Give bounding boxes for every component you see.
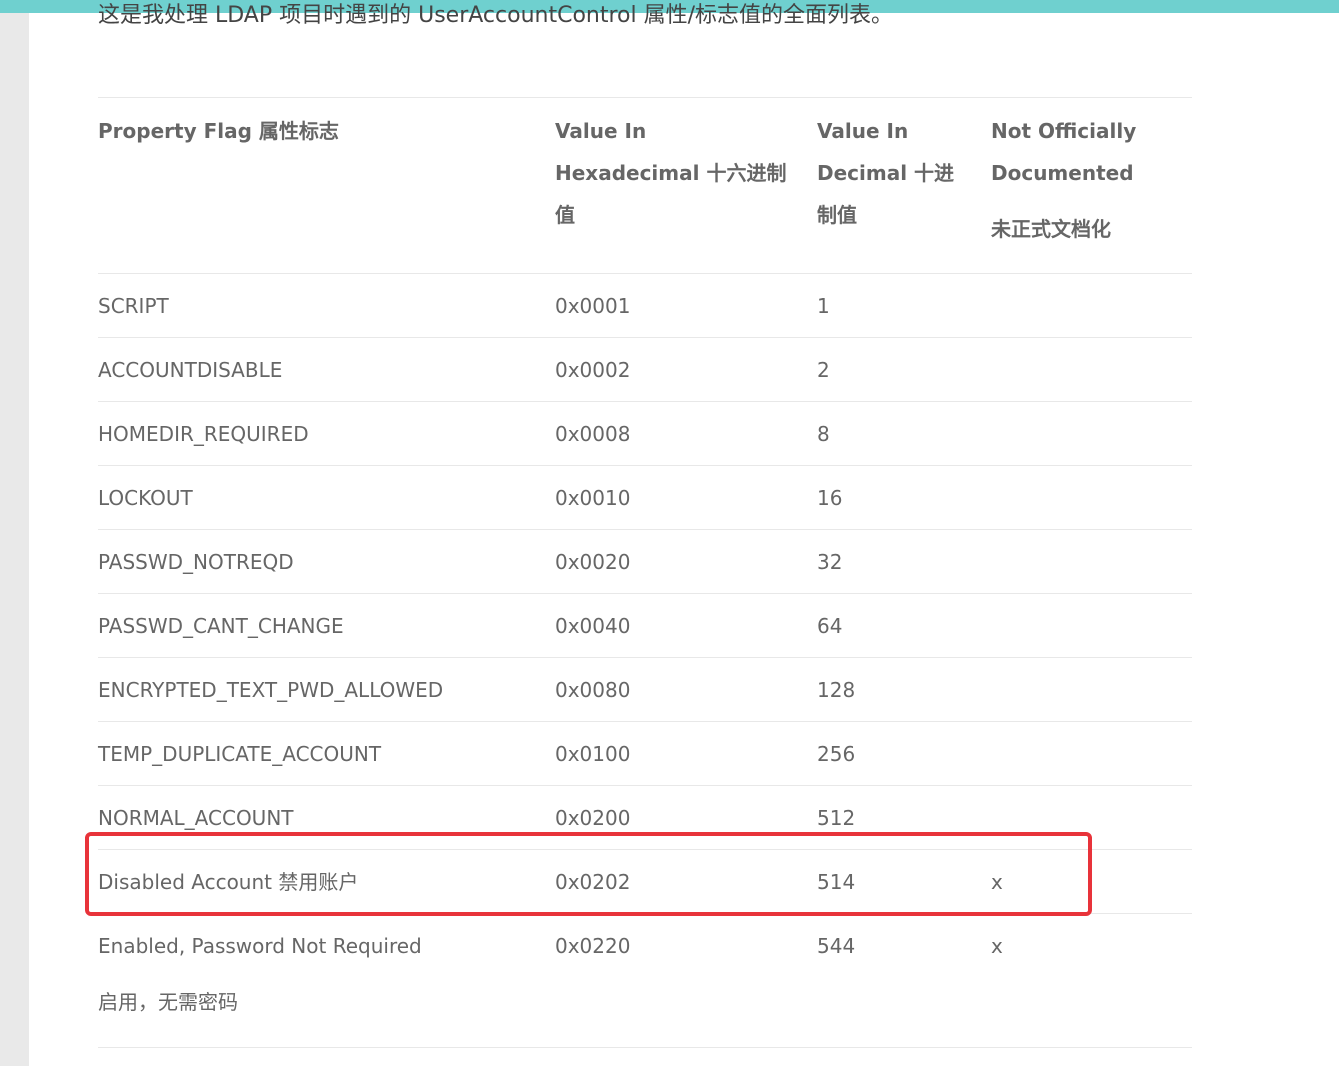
cell-hex: 0x0002 xyxy=(555,358,631,382)
cell-hex: 0x0008 xyxy=(555,422,631,446)
cell-flag: PASSWD_NOTREQD xyxy=(98,550,294,574)
intro-text: 这是我处理 LDAP 项目时遇到的 UserAccountControl 属性/… xyxy=(98,3,894,28)
table-row: TEMP_DUPLICATE_ACCOUNT 0x0100 256 xyxy=(98,722,1192,786)
cell-decimal: 544 xyxy=(817,934,856,958)
cell-flag: TEMP_DUPLICATE_ACCOUNT xyxy=(98,742,382,766)
table-row: ACCOUNTDISABLE 0x0002 2 xyxy=(98,338,1192,402)
cell-flag: LOCKOUT xyxy=(98,486,193,510)
cell-hex: 0x0200 xyxy=(555,806,631,830)
cell-decimal: 512 xyxy=(817,806,856,830)
header-doc-line3: 未正式文档化 xyxy=(991,217,1111,241)
header-hex-line3: 值 xyxy=(555,203,575,227)
header-hex-line2: Hexadecimal 十六进制 xyxy=(555,161,787,185)
useraccountcontrol-table: Property Flag 属性标志 Value In Hexadecimal … xyxy=(98,97,1192,1048)
cell-decimal: 32 xyxy=(817,550,843,574)
cell-hex: 0x0202 xyxy=(555,870,631,894)
cell-flag: ENCRYPTED_TEXT_PWD_ALLOWED xyxy=(98,678,444,702)
table-row: Enabled, Password Not Required 启用，无需密码 0… xyxy=(98,914,1192,1048)
cell-flag: NORMAL_ACCOUNT xyxy=(98,806,294,830)
table-row: ENCRYPTED_TEXT_PWD_ALLOWED 0x0080 128 xyxy=(98,658,1192,722)
header-dec-line1: Value In xyxy=(817,119,909,143)
cell-hex: 0x0020 xyxy=(555,550,631,574)
header-dec-line3: 制值 xyxy=(817,203,857,227)
cell-undocumented: x xyxy=(991,934,1003,958)
left-gutter xyxy=(0,0,29,1066)
cell-hex: 0x0080 xyxy=(555,678,631,702)
header-doc-line2: Documented xyxy=(991,161,1134,185)
table-row: LOCKOUT 0x0010 16 xyxy=(98,466,1192,530)
cell-flag: PASSWD_CANT_CHANGE xyxy=(98,614,344,638)
cell-flag-sub: 启用，无需密码 xyxy=(98,990,238,1014)
table-row: HOMEDIR_REQUIRED 0x0008 8 xyxy=(98,402,1192,466)
cell-hex: 0x0040 xyxy=(555,614,631,638)
table-header: Property Flag 属性标志 Value In Hexadecimal … xyxy=(98,97,1192,274)
cell-flag: Disabled Account 禁用账户 xyxy=(98,870,359,894)
cell-flag: HOMEDIR_REQUIRED xyxy=(98,422,309,446)
cell-flag: Enabled, Password Not Required 启用，无需密码 xyxy=(98,926,422,1022)
cell-flag-main: Enabled, Password Not Required xyxy=(98,934,422,958)
header-value-hex: Value In Hexadecimal 十六进制 值 xyxy=(555,110,795,236)
cell-hex: 0x0010 xyxy=(555,486,631,510)
table-row: PASSWD_NOTREQD 0x0020 32 xyxy=(98,530,1192,594)
cell-hex: 0x0220 xyxy=(555,934,631,958)
cell-decimal: 16 xyxy=(817,486,843,510)
cell-undocumented: x xyxy=(991,870,1003,894)
table-row: PASSWD_CANT_CHANGE 0x0040 64 xyxy=(98,594,1192,658)
table-row: NORMAL_ACCOUNT 0x0200 512 xyxy=(98,786,1192,850)
cell-decimal: 2 xyxy=(817,358,830,382)
header-hex-line1: Value In xyxy=(555,119,647,143)
cell-decimal: 256 xyxy=(817,742,856,766)
cell-decimal: 64 xyxy=(817,614,843,638)
cell-hex: 0x0001 xyxy=(555,294,631,318)
header-not-documented: Not Officially Documented 未正式文档化 xyxy=(991,110,1191,250)
cell-flag: ACCOUNTDISABLE xyxy=(98,358,283,382)
cell-hex: 0x0100 xyxy=(555,742,631,766)
cell-decimal: 128 xyxy=(817,678,856,702)
cell-flag: SCRIPT xyxy=(98,294,169,318)
cell-decimal: 1 xyxy=(817,294,830,318)
header-doc-line1: Not Officially xyxy=(991,119,1137,143)
table-row: Disabled Account 禁用账户 0x0202 514 x xyxy=(98,850,1192,914)
header-dec-line2: Decimal 十进 xyxy=(817,161,955,185)
header-value-decimal: Value In Decimal 十进 制值 xyxy=(817,110,967,236)
table-row: SCRIPT 0x0001 1 xyxy=(98,274,1192,338)
cell-decimal: 8 xyxy=(817,422,830,446)
header-property-flag: Property Flag 属性标志 xyxy=(98,119,339,143)
cell-decimal: 514 xyxy=(817,870,856,894)
